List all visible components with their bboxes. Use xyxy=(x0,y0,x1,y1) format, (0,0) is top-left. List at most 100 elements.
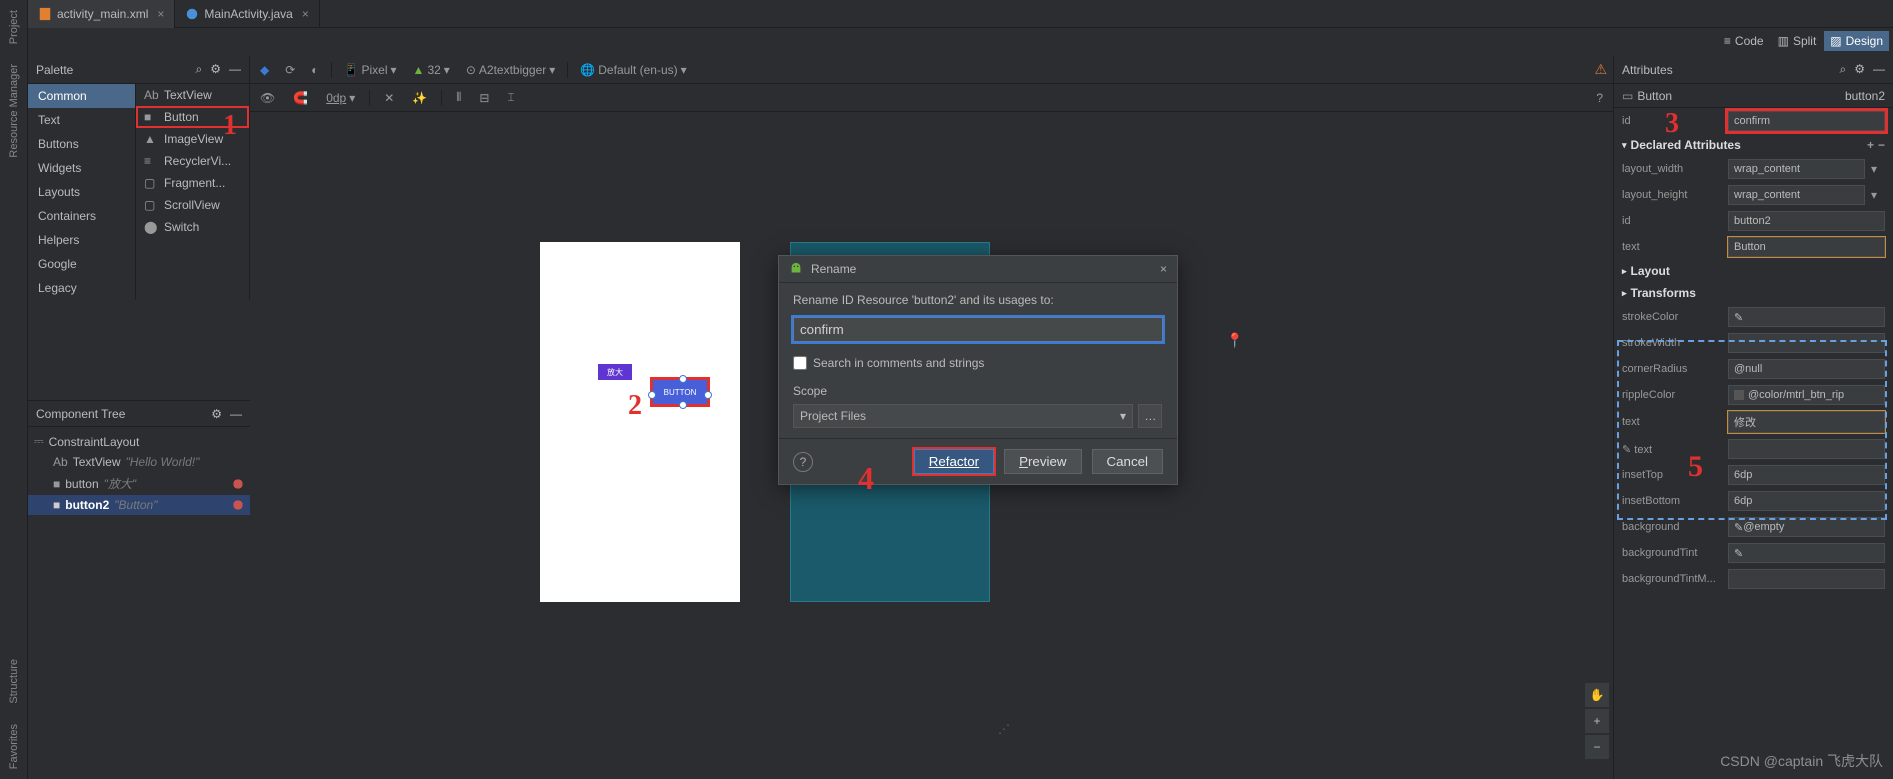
pin-icon: 📍 xyxy=(1226,332,1243,349)
close-icon[interactable]: × xyxy=(1160,262,1167,276)
layout-height-field[interactable]: wrap_content xyxy=(1728,185,1865,205)
rail-structure[interactable]: Structure xyxy=(4,649,24,714)
night-mode-icon[interactable]: ◐ xyxy=(307,61,322,79)
widget-switch[interactable]: ⬤Switch xyxy=(136,216,249,238)
tree-root[interactable]: ⎓ ConstraintLayout xyxy=(28,431,250,452)
add-icon[interactable]: + xyxy=(1867,138,1874,152)
layout-width-field[interactable]: wrap_content xyxy=(1728,159,1865,179)
rail-resource-manager[interactable]: Resource Manager xyxy=(4,54,24,168)
cat-buttons[interactable]: Buttons xyxy=(28,132,135,156)
chevron-down-icon[interactable]: ▾ xyxy=(1871,188,1885,202)
strokecolor-field[interactable]: ✎ xyxy=(1728,307,1885,327)
instance-name: button2 xyxy=(1845,89,1885,103)
background-field[interactable]: ✎ @empty xyxy=(1728,517,1885,537)
widget-scrollview[interactable]: ▢ScrollView xyxy=(136,194,249,216)
cat-legacy[interactable]: Legacy xyxy=(28,276,135,300)
infer-constraints-icon[interactable]: ✨ xyxy=(408,89,431,107)
chevron-down-icon[interactable]: ▾ xyxy=(1871,162,1885,176)
minimize-icon[interactable]: — xyxy=(229,62,241,77)
locale-select[interactable]: 🌐 Default (en-us) ▾ xyxy=(576,61,690,79)
guideline-icon[interactable]: ⌶ xyxy=(503,88,518,107)
search-comments-checkbox[interactable]: Search in comments and strings xyxy=(793,356,1163,370)
tree-item-textview[interactable]: Ab TextView "Hello World!" xyxy=(28,452,250,472)
remove-icon[interactable]: − xyxy=(1878,138,1885,152)
refactor-button[interactable]: Refactor xyxy=(914,449,994,474)
text-field[interactable]: 修改 xyxy=(1728,411,1885,433)
gear-icon[interactable]: ⚙ xyxy=(1854,62,1865,77)
rail-favorites[interactable]: Favorites xyxy=(4,714,24,779)
resize-grip[interactable]: ⋰ xyxy=(998,722,1010,736)
cat-google[interactable]: Google xyxy=(28,252,135,276)
pack-icon[interactable]: ⊟ xyxy=(475,89,493,107)
gear-icon[interactable]: ⚙ xyxy=(211,407,222,421)
rail-project[interactable]: Project xyxy=(4,0,24,54)
clear-constraints-icon[interactable]: ✕ xyxy=(380,89,398,107)
zoom-in-button[interactable]: + xyxy=(1585,709,1609,733)
cancel-button[interactable]: Cancel xyxy=(1092,449,1164,474)
preview-button[interactable]: Preview xyxy=(1004,449,1081,474)
chevron-right-icon: ▸ xyxy=(1622,288,1627,299)
search-icon[interactable]: ⌕ xyxy=(1840,62,1847,77)
insetbottom-field[interactable]: 6dp xyxy=(1728,491,1885,511)
cornerradius-field[interactable]: @null xyxy=(1728,359,1885,379)
theme-select[interactable]: ⊙ A2textbigger ▾ xyxy=(462,61,559,79)
split-mode[interactable]: ▥Split xyxy=(1772,31,1823,51)
backgroundtint-field[interactable]: ✎ xyxy=(1728,543,1885,563)
margin-select[interactable]: 0dp ▾ xyxy=(322,89,359,107)
tree-item-button2[interactable]: ■ button2 "Button" xyxy=(28,495,250,515)
preview-button-selected[interactable]: BUTTON xyxy=(650,377,710,407)
id-field[interactable]: confirm xyxy=(1728,111,1885,131)
ripplecolor-field[interactable]: @color/mtrl_btn_rip xyxy=(1728,385,1885,405)
cat-containers[interactable]: Containers xyxy=(28,204,135,228)
minimize-icon[interactable]: — xyxy=(1873,62,1885,77)
code-mode[interactable]: ≡Code xyxy=(1718,31,1770,51)
align-icon[interactable]: ⫴ xyxy=(452,88,465,107)
design-surface-icon[interactable]: ◆ xyxy=(256,61,273,79)
close-icon[interactable]: × xyxy=(157,7,164,21)
dialog-titlebar[interactable]: Rename × xyxy=(779,256,1177,283)
strokewidth-field[interactable] xyxy=(1728,333,1885,353)
insettop-field[interactable]: 6dp xyxy=(1728,465,1885,485)
cat-helpers[interactable]: Helpers xyxy=(28,228,135,252)
scope-more-button[interactable]: … xyxy=(1138,404,1162,428)
button-icon: ■ xyxy=(53,498,60,512)
cat-common[interactable]: Common xyxy=(28,84,135,108)
backgroundtintmode-field[interactable] xyxy=(1728,569,1885,589)
widget-textview[interactable]: AbTextView xyxy=(136,84,249,106)
magnet-icon[interactable]: 🧲 xyxy=(289,89,312,107)
declared-text-field[interactable]: Button xyxy=(1728,237,1885,257)
pan-icon[interactable]: ✋ xyxy=(1585,683,1609,707)
device-preview[interactable]: 放大 BUTTON xyxy=(540,242,740,602)
cat-layouts[interactable]: Layouts xyxy=(28,180,135,204)
close-icon[interactable]: × xyxy=(302,7,309,21)
transforms-section[interactable]: ▸ Transforms xyxy=(1614,282,1893,304)
zoom-out-button[interactable]: − xyxy=(1585,735,1609,759)
search-icon[interactable]: ⌕ xyxy=(196,62,203,77)
gear-icon[interactable]: ⚙ xyxy=(210,62,221,77)
tab-activity-main[interactable]: activity_main.xml × xyxy=(28,0,175,28)
checkbox[interactable] xyxy=(793,356,807,370)
tree-item-button[interactable]: ■ button "放大" xyxy=(28,472,250,495)
declared-id-field[interactable]: button2 xyxy=(1728,211,1885,231)
tab-main-activity[interactable]: MainActivity.java × xyxy=(175,0,320,28)
api-select[interactable]: ▲ 32 ▾ xyxy=(409,61,454,79)
widget-recyclerview[interactable]: ≡RecyclerVi... xyxy=(136,150,249,172)
cat-widgets[interactable]: Widgets xyxy=(28,156,135,180)
design-text-field[interactable] xyxy=(1728,439,1885,459)
device-select[interactable]: 📱 Pixel ▾ xyxy=(340,61,401,79)
preview-button-1[interactable]: 放大 xyxy=(598,364,632,380)
scope-select[interactable]: Project Files▾ xyxy=(793,404,1133,428)
declared-attributes-section[interactable]: ▾ Declared Attributes +− xyxy=(1614,134,1893,156)
orientation-icon[interactable]: ⟳ xyxy=(281,61,299,79)
design-mode[interactable]: ▨Design xyxy=(1824,31,1889,51)
layout-section[interactable]: ▸ Layout xyxy=(1614,260,1893,282)
eye-icon[interactable]: 👁 xyxy=(256,89,279,107)
widget-fragment[interactable]: ▢Fragment... xyxy=(136,172,249,194)
help-icon[interactable]: ? xyxy=(1592,89,1607,107)
minimize-icon[interactable]: — xyxy=(230,407,242,421)
rename-input[interactable] xyxy=(793,317,1163,342)
annotation-4: 4 xyxy=(858,460,874,497)
cat-text[interactable]: Text xyxy=(28,108,135,132)
help-icon[interactable]: ? xyxy=(793,452,813,472)
warning-icon[interactable]: ⚠ xyxy=(1594,61,1607,78)
